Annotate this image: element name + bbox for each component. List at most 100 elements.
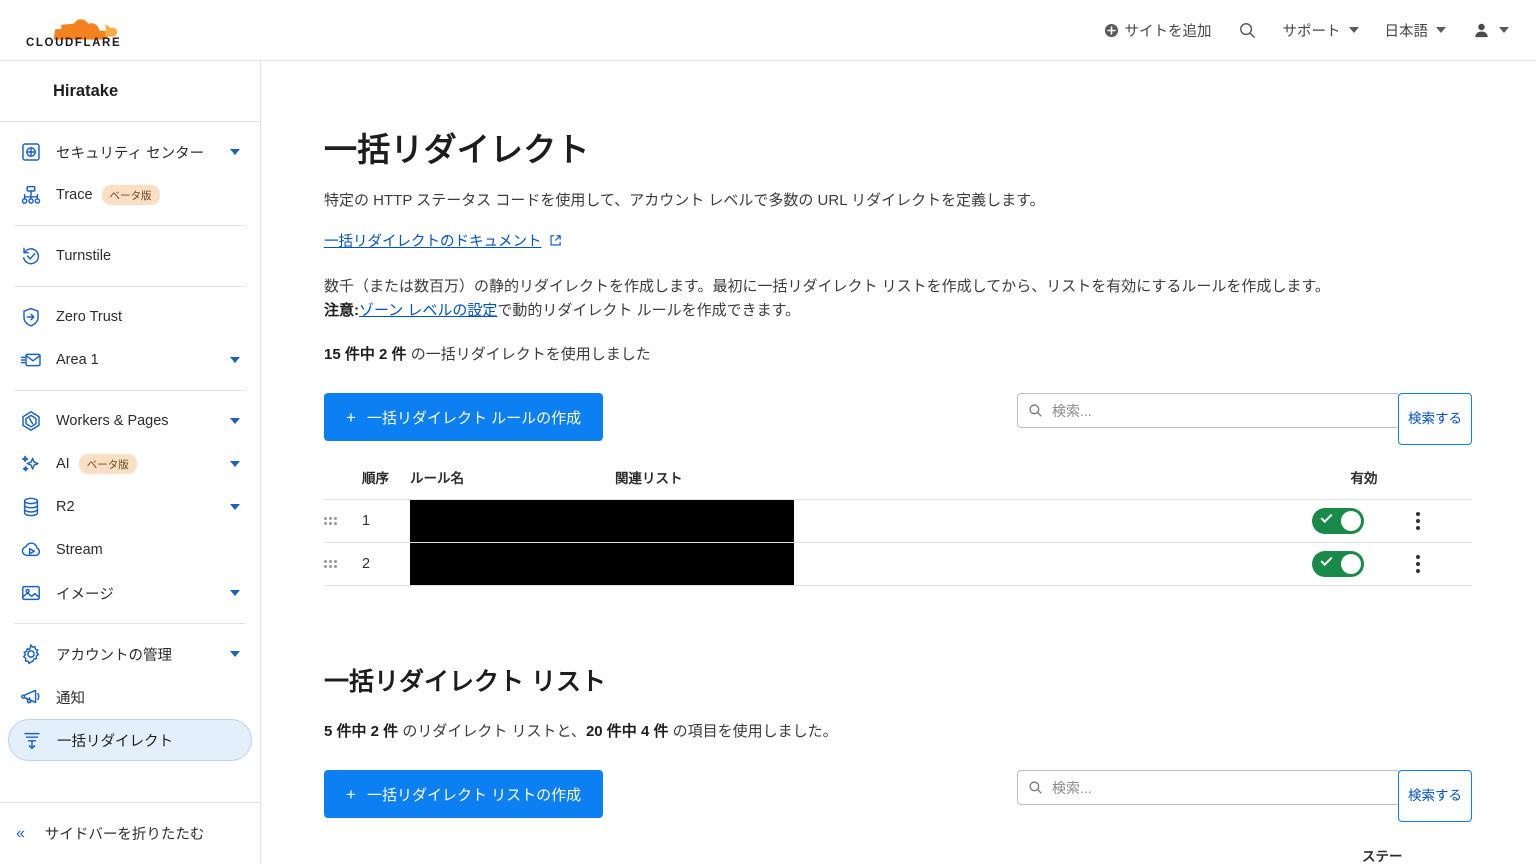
svg-text:CLOUDFLARE: CLOUDFLARE xyxy=(26,37,121,49)
drag-handle-icon[interactable] xyxy=(324,517,338,526)
lists-usage-text: 5 件中 2 件 のリダイレクト リストと、20 件中 4 件 の項目を使用しま… xyxy=(324,720,1472,741)
cell-actions xyxy=(1416,499,1472,543)
table-row[interactable]: 1 xyxy=(324,499,1472,543)
global-search-button[interactable] xyxy=(1225,13,1270,48)
trace-icon xyxy=(20,184,42,206)
sidebar-item-ai[interactable]: AI ベータ版 xyxy=(8,443,252,485)
top-navigation: サイトを追加 サポート 日本語 xyxy=(1091,12,1536,49)
lists-search-box[interactable] xyxy=(1017,770,1400,806)
sidebar-divider xyxy=(14,390,246,391)
plus-icon: + xyxy=(346,407,356,427)
lists-items-count: 20 件中 4 件 xyxy=(585,723,669,741)
sidebar-item-label: AI xyxy=(56,456,70,472)
cell-enabled xyxy=(1312,499,1416,543)
enabled-toggle[interactable] xyxy=(1312,551,1364,578)
sidebar-item-label: R2 xyxy=(56,499,75,515)
support-menu[interactable]: サポート xyxy=(1270,12,1372,49)
bulk-redirect-icon xyxy=(21,729,43,751)
create-list-label: 一括リダイレクト リストの作成 xyxy=(366,786,582,804)
cloudflare-logo[interactable]: CLOUDFLARE xyxy=(18,10,122,50)
stream-icon xyxy=(20,539,42,561)
documentation-link[interactable]: 一括リダイレクトのドキュメント xyxy=(324,230,562,251)
drag-handle-icon[interactable] xyxy=(324,560,338,569)
sidebar-item-trace[interactable]: Trace ベータ版 xyxy=(8,174,252,216)
lists-search-input[interactable] xyxy=(1052,779,1389,796)
sidebar-item-zero-trust[interactable]: Zero Trust xyxy=(8,296,252,338)
language-menu[interactable]: 日本語 xyxy=(1372,12,1460,49)
drag-handle-cell[interactable] xyxy=(324,542,362,587)
check-icon xyxy=(1320,554,1333,567)
external-link-icon xyxy=(549,234,561,246)
rules-search-input[interactable] xyxy=(1052,402,1389,419)
rules-usage-text: 15 件中 2 件 の一括リダイレクトを使用しました xyxy=(324,343,1472,364)
drag-handle-cell[interactable] xyxy=(324,499,362,543)
enabled-toggle[interactable] xyxy=(1312,508,1364,535)
column-redirect-count: リダイレクト数 xyxy=(1062,848,1362,864)
sidebar-item-workers-&-pages[interactable]: Workers & Pages xyxy=(8,400,252,442)
chevron-down-icon[interactable] xyxy=(230,504,240,510)
r2-database-icon xyxy=(20,496,42,518)
rules-search-button[interactable]: 検索する xyxy=(1398,393,1472,446)
rules-table-header-row: 順序 ルール名 関連リスト 有効 xyxy=(324,467,1472,500)
lists-search-button[interactable]: 検索する xyxy=(1398,770,1472,823)
note-prefix: 注意: xyxy=(324,301,359,319)
chevron-down-icon[interactable] xyxy=(230,590,240,596)
rules-table-body: 12 xyxy=(324,499,1472,587)
sidebar-item-r2[interactable]: R2 xyxy=(8,486,252,528)
sidebar: Hiratake セキュリティ センター Trace ベータ版 Turnstile Ze… xyxy=(0,61,261,864)
sidebar-item-通知[interactable]: 通知 xyxy=(8,676,252,718)
intro-paragraph: 数千（または数百万）の静的リダイレクトを作成します。最初に一括リダイレクト リス… xyxy=(324,275,1472,324)
table-row[interactable]: 2 xyxy=(324,542,1472,587)
zone-level-settings-link[interactable]: ゾーン レベルの設定 xyxy=(359,302,497,319)
chevron-down-icon[interactable] xyxy=(230,418,240,424)
sidebar-divider xyxy=(14,623,246,624)
support-label: サポート xyxy=(1282,23,1341,40)
lists-usage-count: 5 件中 2 件 xyxy=(324,723,399,741)
rules-usage-rest: の一括リダイレクトを使用しました xyxy=(406,346,651,364)
add-site-button[interactable]: サイトを追加 xyxy=(1091,12,1225,49)
top-bar: CLOUDFLARE サイトを追加 サポート 日本語 xyxy=(0,0,1536,61)
sidebar-item-turnstile[interactable]: Turnstile xyxy=(8,235,252,277)
cell-rule-name xyxy=(410,542,1312,587)
sidebar-nav: セキュリティ センター Trace ベータ版 Turnstile Zero Trust A… xyxy=(0,122,260,802)
account-menu[interactable] xyxy=(1459,13,1522,48)
column-list-name[interactable]: リスト名↑ xyxy=(338,848,562,864)
collapse-sidebar-button[interactable]: « サイドバーを折りたたむ xyxy=(0,802,260,864)
chevron-down-icon xyxy=(1348,27,1359,33)
plus-circle-icon xyxy=(1104,23,1118,37)
sidebar-item-label: Area 1 xyxy=(56,352,99,368)
sidebar-item-一括リダイレクト[interactable]: 一括リダイレクト xyxy=(8,719,252,761)
search-icon xyxy=(1029,404,1042,417)
page-title: 一括リダイレクト xyxy=(324,131,590,168)
sidebar-item-area-1[interactable]: Area 1 xyxy=(8,339,252,381)
intro-text: 数千（または数百万）の静的リダイレクトを作成します。最初に一括リダイレクト リス… xyxy=(324,277,1330,295)
sidebar-divider xyxy=(14,225,246,226)
chevron-down-icon[interactable] xyxy=(230,461,240,467)
chevron-down-icon[interactable] xyxy=(230,357,240,363)
column-rule-name: ルール名 xyxy=(410,471,464,487)
lists-table-header-row: リスト名↑ 説明 リダイレクト数 ステー タス xyxy=(324,848,1472,864)
row-menu-button[interactable] xyxy=(1416,555,1420,574)
sidebar-divider xyxy=(14,286,246,287)
main-content: 一括リダイレクト 特定の HTTP ステータス コードを使用して、アカウント レ… xyxy=(261,61,1536,864)
rules-actions-row: + 一括リダイレクト ルールの作成 検索する xyxy=(324,393,1472,446)
row-menu-button[interactable] xyxy=(1416,512,1420,531)
sidebar-item-アカウントの管理[interactable]: アカウントの管理 xyxy=(8,633,252,675)
create-rule-label: 一括リダイレクト ルールの作成 xyxy=(366,409,582,427)
chevron-down-icon[interactable] xyxy=(230,651,240,657)
collapse-sidebar-label: サイドバーを折りたたむ xyxy=(44,827,205,843)
sidebar-item-イメージ[interactable]: イメージ xyxy=(8,572,252,614)
sidebar-item-stream[interactable]: Stream xyxy=(8,529,252,571)
sidebar-item-label: 一括リダイレクト xyxy=(57,733,173,750)
create-list-button[interactable]: + 一括リダイレクト リストの作成 xyxy=(324,770,604,819)
chevron-down-icon xyxy=(1499,27,1509,33)
sidebar-item-label: セキュリティ センター xyxy=(56,145,205,162)
search-icon xyxy=(1029,781,1042,794)
cell-order: 2 xyxy=(362,542,410,587)
chevron-down-icon[interactable] xyxy=(230,149,240,155)
check-icon xyxy=(1320,511,1333,524)
rules-search-box[interactable] xyxy=(1017,393,1400,429)
create-rule-button[interactable]: + 一括リダイレクト ルールの作成 xyxy=(324,393,604,442)
sidebar-item-セキュリティ-センター[interactable]: セキュリティ センター xyxy=(8,131,252,173)
add-site-label: サイトを追加 xyxy=(1124,23,1212,40)
